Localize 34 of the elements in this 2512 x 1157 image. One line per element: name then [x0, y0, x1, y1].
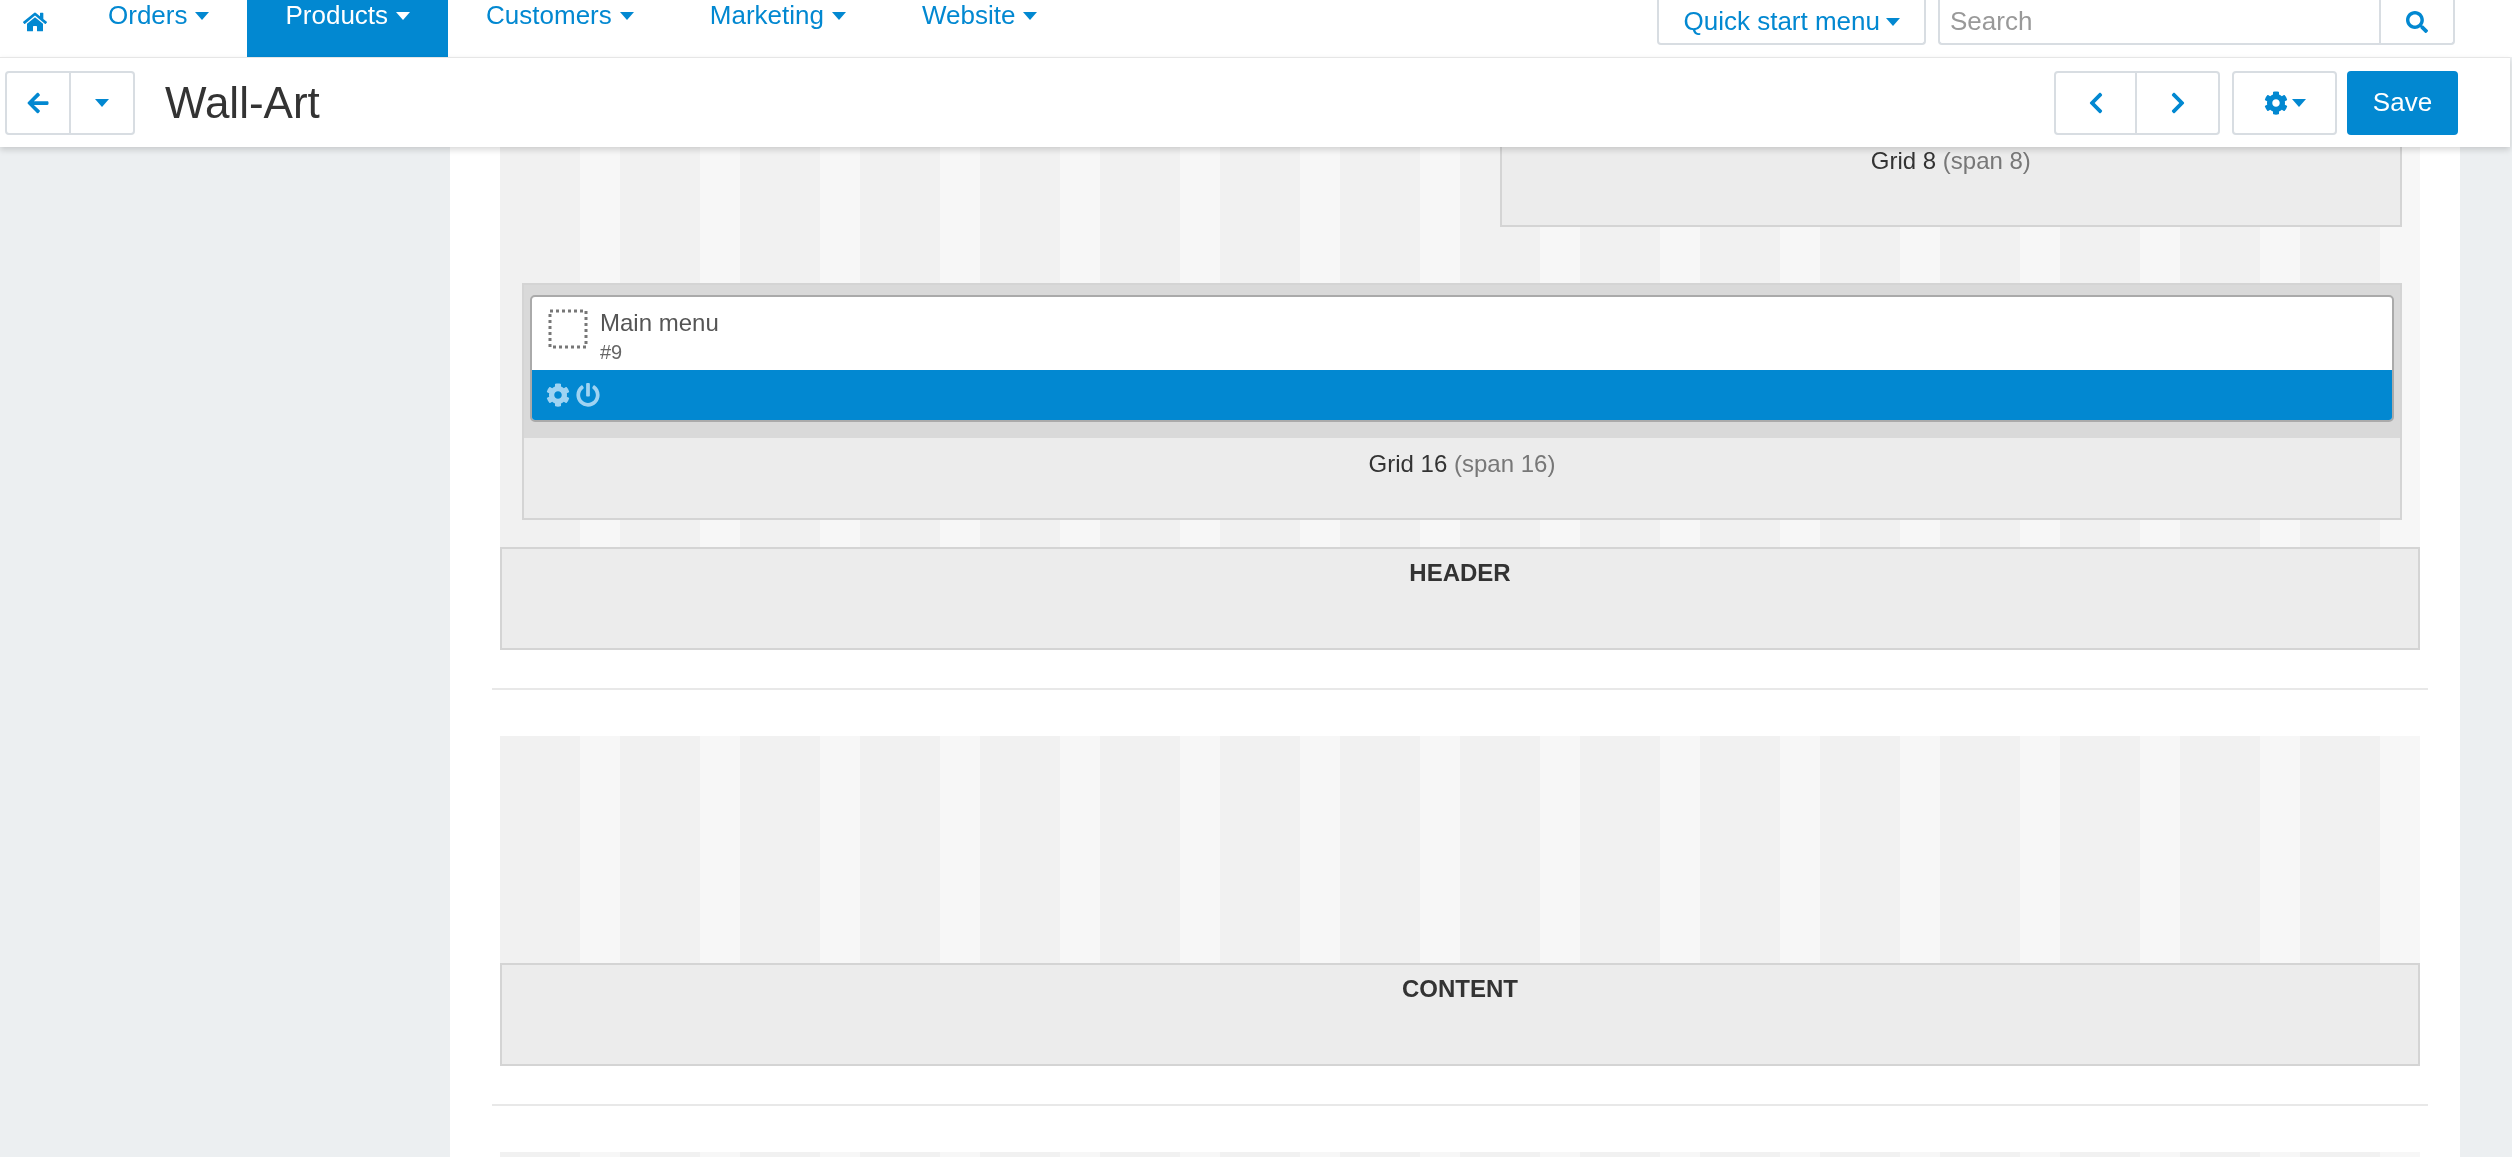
next-button[interactable] [2137, 70, 2220, 135]
save-button[interactable]: Save [2347, 70, 2458, 135]
nav-menu-item[interactable]: Products [247, 0, 449, 57]
widget-id: #9 [600, 341, 624, 364]
nav-menu-item[interactable]: Orders [70, 0, 248, 57]
section-label: HEADER [500, 547, 2420, 650]
caret-icon [619, 12, 634, 20]
back-button[interactable] [5, 70, 71, 135]
search-field[interactable]: Search [1938, 0, 2379, 45]
settings-button[interactable] [2232, 70, 2337, 135]
caret-icon [1023, 12, 1038, 20]
settings-icon[interactable] [546, 383, 570, 407]
arrow-left-icon [26, 90, 50, 115]
search-button[interactable] [2379, 0, 2455, 45]
widget-title: Main menu [600, 309, 719, 337]
caret-icon [831, 12, 846, 20]
caret-icon [95, 98, 109, 107]
section-label: CONTENT [500, 963, 2420, 1066]
caret-icon [2291, 98, 2306, 107]
grid-label: Grid 16 (span 16) [1367, 449, 1557, 479]
previous-button[interactable] [2054, 70, 2137, 135]
nav-menu-item[interactable]: Marketing [671, 0, 884, 57]
power-icon[interactable] [576, 383, 600, 407]
search-icon [2406, 10, 2428, 33]
grid-label: Grid 8 (span 8) [1869, 147, 2032, 176]
nav-menu-item[interactable]: Customers [448, 0, 672, 57]
page-title: Wall-Art [165, 77, 321, 128]
caret-icon [1886, 17, 1900, 26]
caret-icon [195, 12, 210, 20]
caret-icon [396, 12, 411, 20]
quick-start-menu-button[interactable]: Quick start menu [1657, 0, 1926, 45]
settings-icon [2263, 90, 2288, 115]
dotted-square-icon [548, 309, 588, 349]
nav-menu-item[interactable]: Website [883, 0, 1076, 57]
